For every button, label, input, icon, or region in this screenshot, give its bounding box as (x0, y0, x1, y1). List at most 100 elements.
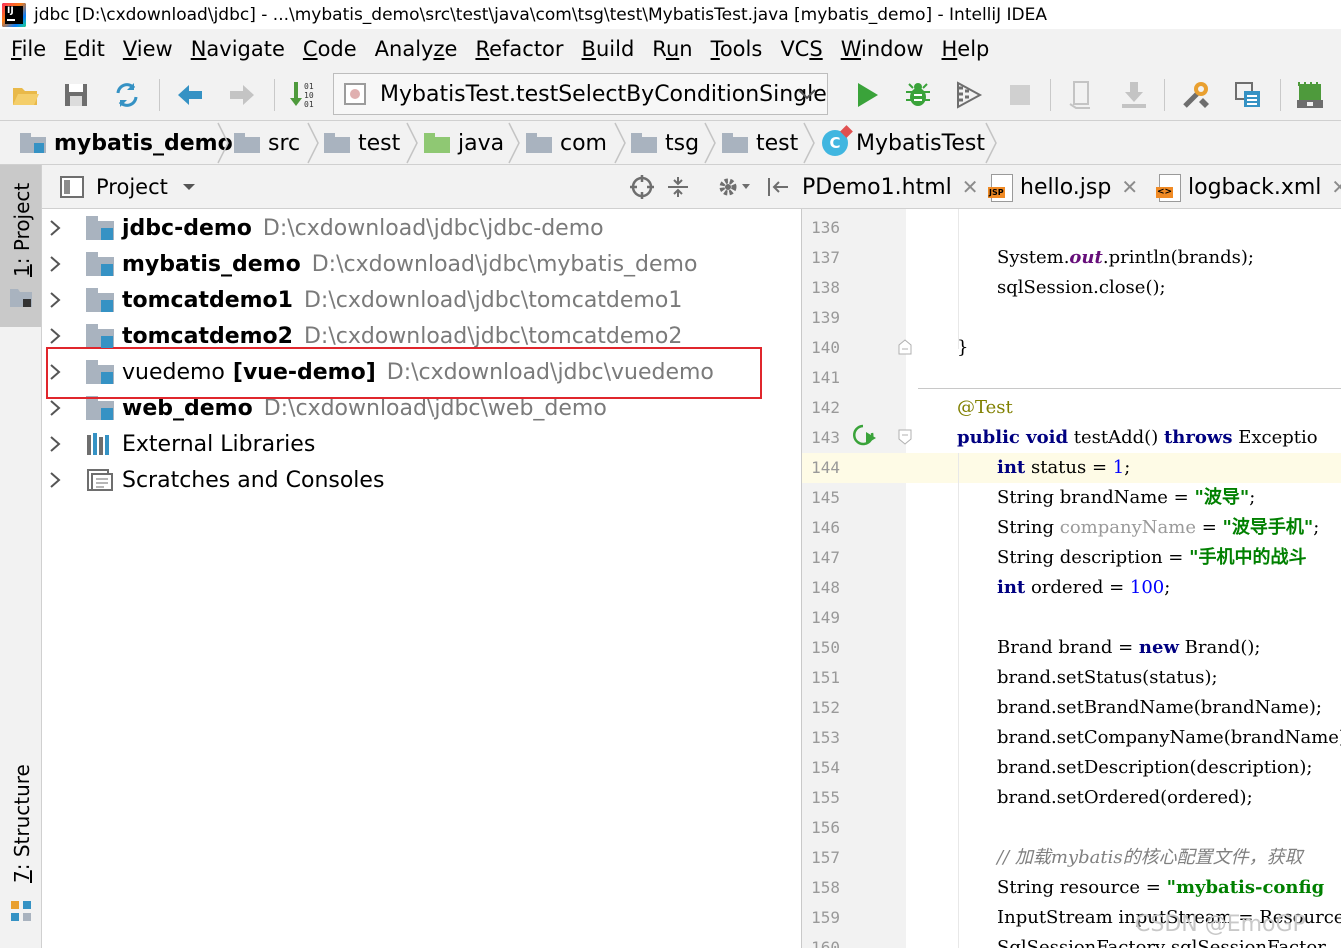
chevron-right-icon[interactable] (48, 282, 64, 318)
project-folder-icon (9, 287, 33, 313)
svg-text:10: 10 (304, 91, 314, 100)
breadcrumb-separator-icon (216, 121, 230, 165)
menu-item-12[interactable]: Help (933, 37, 999, 61)
module-folder-icon (20, 133, 46, 153)
menu-item-0[interactable]: File (2, 37, 55, 61)
run-icon[interactable] (851, 79, 883, 111)
highlight-annotation-box (46, 347, 762, 399)
structure-tool-window-tab[interactable]: 7: Structure (0, 764, 41, 927)
breadcrumb-mybatistest[interactable]: C MybatisTest (822, 121, 985, 165)
breadcrumb-mybatis-demo[interactable]: mybatis_demo (20, 121, 233, 165)
tree-row[interactable]: tomcatdemo1 D:\cxdownload\jdbc\tomcatdemo… (42, 282, 802, 318)
editor-tab-pdemo1-html[interactable]: PDemo1.html ✕ (802, 165, 979, 208)
menu-item-7[interactable]: Build (573, 37, 644, 61)
tree-item-path: D:\cxdownload\jdbc\tomcatdemo1 (303, 287, 683, 313)
build-project-icon[interactable]: 01 10 01 (288, 79, 320, 111)
menu-item-6[interactable]: Refactor (466, 37, 572, 61)
hide-panel-icon[interactable] (764, 173, 792, 201)
project-tool-window-tab[interactable]: 1: Project (0, 165, 41, 327)
forward-arrow-icon[interactable] (226, 79, 258, 111)
project-structure-icon[interactable] (1232, 79, 1264, 111)
chevron-right-icon[interactable] (48, 462, 64, 498)
breadcrumb-java[interactable]: java (424, 121, 504, 165)
method-separator (918, 388, 1341, 389)
line-number: 146 (811, 518, 840, 537)
editor-tab-hello-jsp[interactable]: JSP hello.jsp ✕ (988, 165, 1138, 208)
menu-item-4[interactable]: Code (294, 37, 366, 61)
save-all-icon[interactable] (60, 79, 92, 111)
menu-item-10[interactable]: VCS (771, 37, 831, 61)
close-icon[interactable]: ✕ (1331, 175, 1341, 199)
stop-icon[interactable] (1004, 79, 1036, 111)
chevron-right-icon[interactable] (48, 426, 64, 462)
breadcrumb-separator-icon (802, 121, 816, 165)
sdk-manager-icon[interactable] (1294, 79, 1326, 111)
tree-row[interactable]: mybatis_demo D:\cxdownload\jdbc\mybatis_d… (42, 246, 802, 282)
test-sources-folder-icon (424, 133, 450, 153)
module-folder-icon (86, 216, 114, 240)
line-number: 159 (811, 908, 840, 927)
update-running-app-icon[interactable] (1066, 79, 1098, 111)
folder-icon (324, 133, 350, 153)
close-icon[interactable]: ✕ (1121, 175, 1138, 199)
line-number: 160 (811, 938, 840, 948)
editor-tab-logback-xml[interactable]: <> logback.xml ✕ (1156, 165, 1341, 208)
code-line-145: String brandName = "波导"; (997, 487, 1256, 508)
line-number: 151 (811, 668, 840, 687)
structure-icon (9, 899, 33, 927)
deploy-icon[interactable] (1118, 79, 1150, 111)
run-configuration-label: MybatisTest.testSelectByConditionSingle (380, 81, 827, 107)
menu-item-9[interactable]: Tools (702, 37, 772, 61)
close-icon[interactable]: ✕ (962, 175, 979, 199)
menu-item-5[interactable]: Analyze (366, 37, 467, 61)
code-line-158: String resource = "mybatis-config (997, 877, 1325, 898)
scroll-from-source-icon[interactable] (628, 173, 656, 201)
navigation-bar: mybatis_demo src test java com tsg test … (0, 121, 1341, 165)
project-view-selector[interactable]: Project (60, 165, 196, 209)
line-number: 155 (811, 788, 840, 807)
line-number: 147 (811, 548, 840, 567)
menu-item-8[interactable]: Run (643, 37, 701, 61)
menu-item-2[interactable]: View (114, 37, 182, 61)
run-with-coverage-icon[interactable] (952, 79, 984, 111)
debug-icon[interactable] (902, 79, 934, 111)
gear-icon[interactable] (714, 173, 754, 201)
tree-row[interactable]: Scratches and Consoles (42, 462, 802, 498)
breadcrumb-tsg[interactable]: tsg (631, 121, 699, 165)
code-line-148: int ordered = 100; (997, 577, 1171, 598)
line-number: 144 (811, 458, 840, 477)
code-line-155: brand.setOrdered(ordered); (997, 787, 1253, 808)
line-number: 154 (811, 758, 840, 777)
run-configuration-selector[interactable]: MybatisTest.testSelectByConditionSingle (333, 73, 828, 115)
breadcrumb-test[interactable]: test (324, 121, 400, 165)
menu-item-3[interactable]: Navigate (182, 37, 294, 61)
line-number: 158 (811, 878, 840, 897)
menu-item-1[interactable]: Edit (55, 37, 114, 61)
back-arrow-icon[interactable] (174, 79, 206, 111)
synchronize-icon[interactable] (111, 79, 143, 111)
chevron-right-icon[interactable] (48, 246, 64, 282)
code-line-144: int status = 1; (997, 457, 1131, 478)
line-number: 139 (811, 308, 840, 327)
tree-row[interactable]: jdbc-demo D:\cxdownload\jdbc\jdbc-demo (42, 210, 802, 246)
intellij-app-icon[interactable]: IJ (2, 2, 26, 27)
caret-down-icon (182, 184, 195, 190)
tree-row[interactable]: External Libraries (42, 426, 802, 462)
tree-item-path: D:\cxdownload\jdbc\tomcatdemo2 (303, 323, 683, 349)
chevron-right-icon[interactable] (48, 210, 64, 246)
line-number: 152 (811, 698, 840, 717)
breadcrumb-src[interactable]: src (234, 121, 300, 165)
breadcrumb-test-package[interactable]: test (722, 121, 798, 165)
scratches-icon (86, 468, 114, 492)
open-folder-icon[interactable] (10, 79, 42, 111)
breadcrumb-com[interactable]: com (526, 121, 607, 165)
run-test-gutter-icon[interactable] (850, 423, 878, 453)
folder-icon (722, 133, 748, 153)
line-number: 138 (811, 278, 840, 297)
breadcrumb-separator-icon (507, 121, 521, 165)
menu-item-11[interactable]: Window (832, 37, 933, 61)
window-title: jdbc [D:\cxdownload\jdbc] - ...\mybatis_… (34, 4, 1048, 25)
code-line-137: System.out.println(brands); (997, 247, 1254, 268)
collapse-all-icon[interactable] (664, 173, 692, 201)
settings-wrench-icon[interactable] (1180, 79, 1212, 111)
